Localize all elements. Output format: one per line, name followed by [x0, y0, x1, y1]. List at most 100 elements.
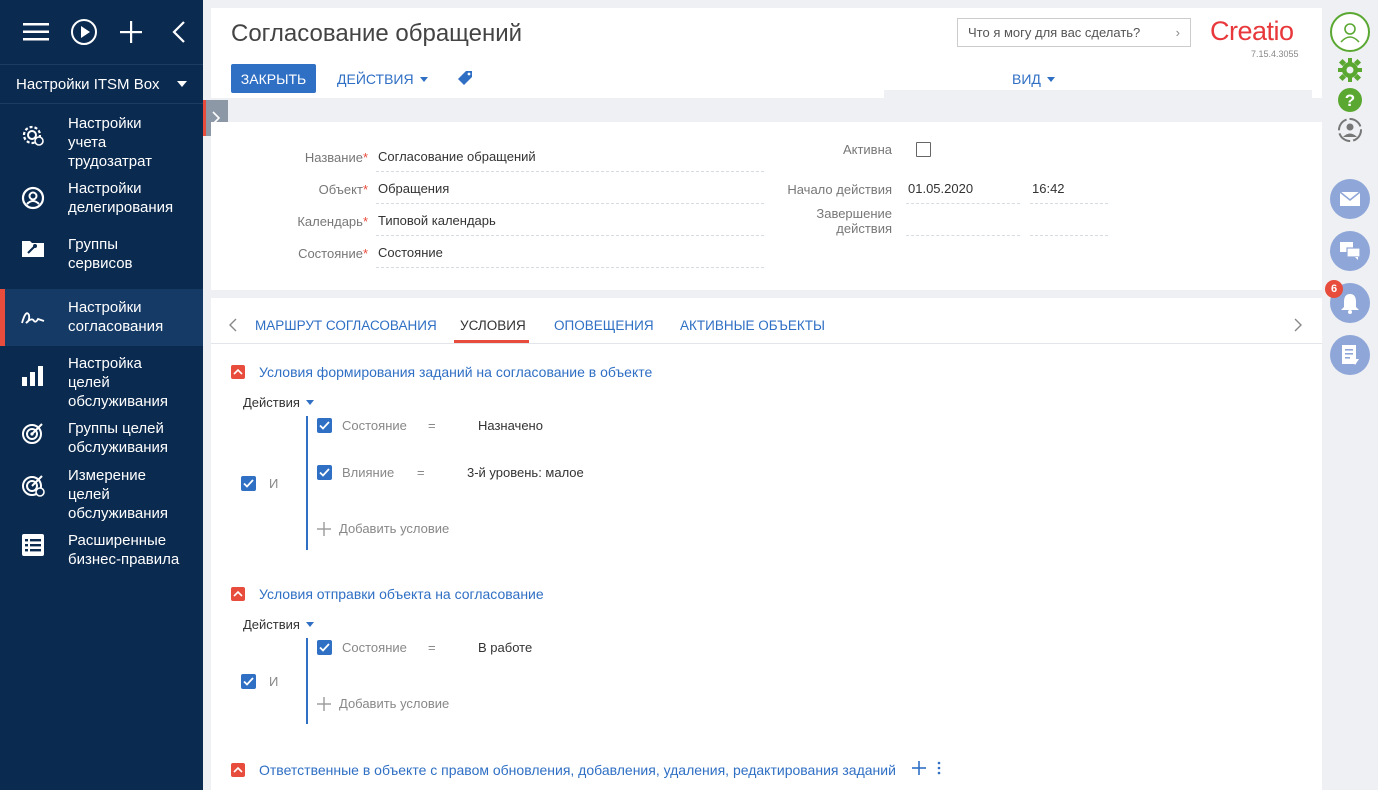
chevron-down-icon: [305, 622, 314, 627]
email-icon[interactable]: [1330, 179, 1370, 219]
sidebar-item-service-goal-measurement[interactable]: Измерение целей обслуживания: [0, 466, 203, 523]
group-title: Ответственные в объекте с правом обновле…: [259, 761, 896, 778]
start-date-field[interactable]: 01.05.2020: [906, 174, 1020, 204]
chat-icon[interactable]: [1330, 231, 1370, 271]
required-marker: *: [362, 149, 368, 165]
active-checkbox[interactable]: [916, 142, 931, 157]
sidebar-item-label: Группы целей обслуживания: [68, 420, 169, 456]
calendar-field-label: Календарь: [297, 213, 363, 229]
command-line-input[interactable]: Что я могу для вас сделать? ›: [957, 18, 1191, 47]
sidebar-item-label: Группы сервисов: [68, 236, 133, 272]
command-line-placeholder: Что я могу для вас сделать?: [968, 25, 1141, 40]
add-record-icon[interactable]: [911, 761, 926, 778]
condition-operator[interactable]: =: [417, 465, 467, 480]
logical-operator-label: И: [269, 476, 279, 491]
tab-approval-route[interactable]: МАРШРУТ СОГЛАСОВАНИЯ: [255, 318, 437, 333]
app-version: 7.15.4.3055: [1251, 49, 1299, 59]
back-icon[interactable]: [155, 12, 203, 52]
group-task-conditions-header[interactable]: Условия формирования заданий на согласов…: [231, 364, 652, 380]
sidebar-item-timesheet-settings[interactable]: Настройки учета трудозатрат: [0, 114, 203, 171]
group-responsible-header[interactable]: Ответственные в объекте с правом обновле…: [231, 761, 942, 778]
condition-operator[interactable]: =: [428, 640, 478, 655]
target-icon: [20, 420, 46, 446]
condition-field[interactable]: Состояние: [342, 640, 428, 655]
help-icon[interactable]: ?: [1336, 86, 1364, 114]
add-condition-label: Добавить условие: [339, 521, 450, 536]
add-condition-button[interactable]: Добавить условие: [317, 696, 449, 711]
chevron-right-icon: ›: [1175, 25, 1180, 40]
tag-icon[interactable]: [457, 70, 473, 89]
condition-value[interactable]: В работе: [478, 640, 532, 655]
condition-checkbox[interactable]: [317, 640, 332, 655]
header-divider: [884, 90, 1312, 100]
sidebar-item-delegation-settings[interactable]: Настройки делегирования: [0, 179, 203, 217]
condition-value[interactable]: Назначено: [478, 418, 543, 433]
name-field-row: Название* Согласование обращений: [256, 142, 764, 172]
sidebar-item-service-goals-settings[interactable]: Настройка целей обслуживания: [0, 354, 203, 411]
list-icon: [20, 532, 46, 558]
actions-label: Действия: [243, 617, 300, 632]
condition-field[interactable]: Влияние: [342, 465, 417, 480]
chevron-down-icon: [305, 400, 314, 405]
collapse-icon[interactable]: [231, 587, 245, 601]
end-time-field[interactable]: [1030, 206, 1108, 236]
group2-and-checkbox[interactable]: [241, 674, 256, 689]
sidebar-toolbar: [0, 0, 203, 64]
condition-checkbox[interactable]: [317, 418, 332, 433]
group1-actions-button[interactable]: Действия: [243, 395, 314, 410]
svg-text:?: ?: [1345, 91, 1355, 110]
tab-notifications[interactable]: ОПОВЕЩЕНИЯ: [554, 318, 654, 333]
sidebar-item-label: Настройка целей обслуживания: [68, 355, 169, 410]
name-field[interactable]: Согласование обращений: [376, 142, 764, 172]
chevron-down-icon: [177, 81, 187, 87]
collapse-icon[interactable]: [231, 762, 245, 777]
actions-label: ДЕЙСТВИЯ: [337, 71, 414, 87]
add-icon[interactable]: [108, 12, 156, 52]
target-gear-icon: [20, 472, 46, 498]
user-sync-icon[interactable]: [1336, 116, 1364, 144]
tabs-scroll-right-icon[interactable]: [1294, 318, 1302, 335]
close-button[interactable]: ЗАКРЫТЬ: [231, 64, 316, 93]
tabs-scroll-left-icon[interactable]: [229, 318, 237, 335]
more-options-icon[interactable]: [936, 761, 942, 778]
plus-icon: [317, 696, 331, 711]
profile-icon[interactable]: [1330, 12, 1370, 52]
condition-row: Состояние = Назначено: [317, 418, 543, 433]
view-menu-button[interactable]: ВИД: [1012, 71, 1055, 87]
required-marker: *: [362, 181, 368, 197]
condition-field[interactable]: Состояние: [342, 418, 428, 433]
group1-and-checkbox[interactable]: [241, 476, 256, 491]
sidebar-item-service-goal-groups[interactable]: Группы целей обслуживания: [0, 419, 203, 457]
tab-active-objects[interactable]: АКТИВНЫЕ ОБЪЕКТЫ: [680, 318, 825, 333]
workplace-selector[interactable]: Настройки ITSM Box: [0, 64, 203, 104]
start-time-field[interactable]: 16:42: [1030, 174, 1108, 204]
sidebar-item-business-rules[interactable]: Расширенные бизнес-правила: [0, 531, 203, 569]
condition-value[interactable]: 3-й уровень: малое: [467, 465, 584, 480]
end-date-field[interactable]: [906, 206, 1020, 236]
group-title: Условия формирования заданий на согласов…: [259, 364, 653, 380]
feed-icon[interactable]: [1330, 335, 1370, 375]
actions-menu-button[interactable]: ДЕЙСТВИЯ: [337, 71, 428, 87]
play-icon[interactable]: [60, 12, 108, 52]
add-condition-button[interactable]: Добавить условие: [317, 521, 449, 536]
group-send-conditions-header[interactable]: Условия отправки объекта на согласование: [231, 586, 544, 602]
sidebar-item-service-groups[interactable]: Группы сервисов: [0, 235, 203, 273]
collapse-icon[interactable]: [231, 365, 245, 379]
view-label: ВИД: [1012, 71, 1041, 87]
tab-conditions[interactable]: УСЛОВИЯ: [460, 318, 526, 333]
state-field[interactable]: Состояние: [376, 238, 764, 268]
calendar-field[interactable]: Типовой календарь: [376, 206, 764, 236]
condition-checkbox[interactable]: [317, 465, 332, 480]
menu-icon[interactable]: [12, 12, 60, 52]
settings-gear-icon[interactable]: [1336, 56, 1364, 84]
end-field-row: Завершение действия: [766, 206, 1108, 236]
object-field[interactable]: Обращения: [376, 174, 764, 204]
sidebar-item-label: Настройки согласования: [68, 299, 164, 335]
group2-actions-button[interactable]: Действия: [243, 617, 314, 632]
add-condition-label: Добавить условие: [339, 696, 450, 711]
condition-operator[interactable]: =: [428, 418, 478, 433]
logical-operator-label: И: [269, 674, 279, 689]
plus-icon: [317, 521, 331, 536]
user-circle-icon: [20, 185, 46, 211]
sidebar-item-approval-settings[interactable]: Настройки согласования: [0, 289, 203, 346]
